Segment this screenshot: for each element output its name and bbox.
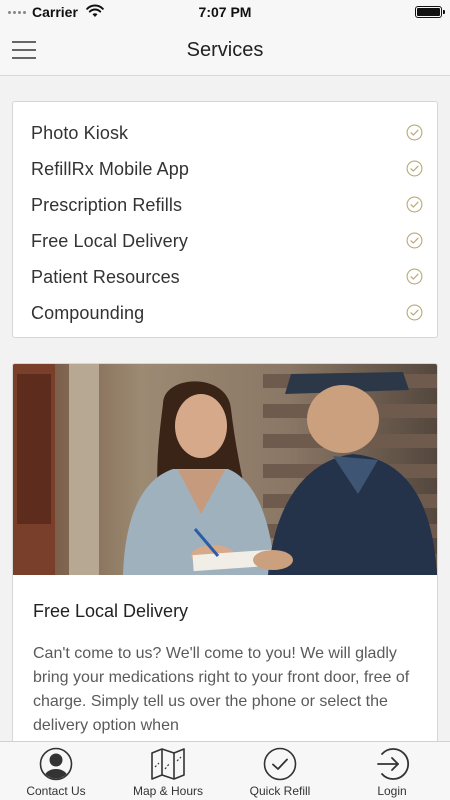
service-label: Free Local Delivery (31, 231, 188, 251)
service-item-patient-resources[interactable]: Patient Resources (31, 260, 423, 294)
tab-label: Login (377, 784, 407, 798)
check-circle-icon (406, 160, 423, 182)
battery-icon (415, 6, 445, 18)
tab-label: Contact Us (26, 784, 86, 798)
wifi-icon (86, 4, 104, 23)
navigation-bar: Services (0, 24, 450, 76)
tab-label: Map & Hours (132, 784, 204, 798)
tab-contact-us[interactable]: Contact Us (0, 742, 112, 800)
service-item-compounding[interactable]: Compounding (31, 296, 423, 330)
tab-map-hours[interactable]: Map & Hours (112, 742, 224, 800)
delivery-photo (13, 364, 437, 575)
service-label: Photo Kiosk (31, 123, 129, 143)
service-item-photo-kiosk[interactable]: Photo Kiosk (31, 116, 423, 150)
check-circle-icon (406, 232, 423, 254)
hamburger-menu-icon[interactable] (12, 41, 36, 59)
status-bar: Carrier 7:07 PM (0, 0, 450, 24)
check-circle-icon (224, 747, 336, 781)
tab-bar: Contact Us Map & Hours Quick Refill Logi… (0, 741, 450, 800)
service-label: RefillRx Mobile App (31, 159, 189, 179)
check-circle-icon (406, 124, 423, 146)
check-circle-icon (406, 304, 423, 326)
feature-title: Free Local Delivery (33, 601, 189, 621)
service-label: Compounding (31, 303, 145, 323)
check-circle-icon (406, 196, 423, 218)
service-item-refillrx-mobile-app[interactable]: RefillRx Mobile App (31, 152, 423, 186)
service-label: Patient Resources (31, 267, 180, 287)
service-item-prescription-refills[interactable]: Prescription Refills (31, 188, 423, 222)
tab-login[interactable]: Login (336, 742, 448, 800)
scroll-content[interactable]: Photo Kiosk RefillRx Mobile App Prescrip… (0, 77, 450, 741)
services-list: Photo Kiosk RefillRx Mobile App Prescrip… (12, 101, 438, 338)
check-circle-icon (406, 268, 423, 290)
login-icon (336, 747, 448, 781)
signal-dots-icon (8, 11, 26, 14)
person-icon (0, 747, 112, 781)
feature-description: Can't come to us? We'll come to you! We … (33, 645, 410, 734)
carrier-label: Carrier (32, 4, 78, 20)
tab-quick-refill[interactable]: Quick Refill (224, 742, 336, 800)
map-icon (112, 747, 224, 781)
tab-label: Quick Refill (249, 784, 311, 798)
service-item-free-local-delivery[interactable]: Free Local Delivery (31, 224, 423, 258)
page-title: Services (186, 39, 264, 61)
service-label: Prescription Refills (31, 195, 183, 215)
feature-card: Free Local Delivery Can't come to us? We… (12, 363, 438, 741)
